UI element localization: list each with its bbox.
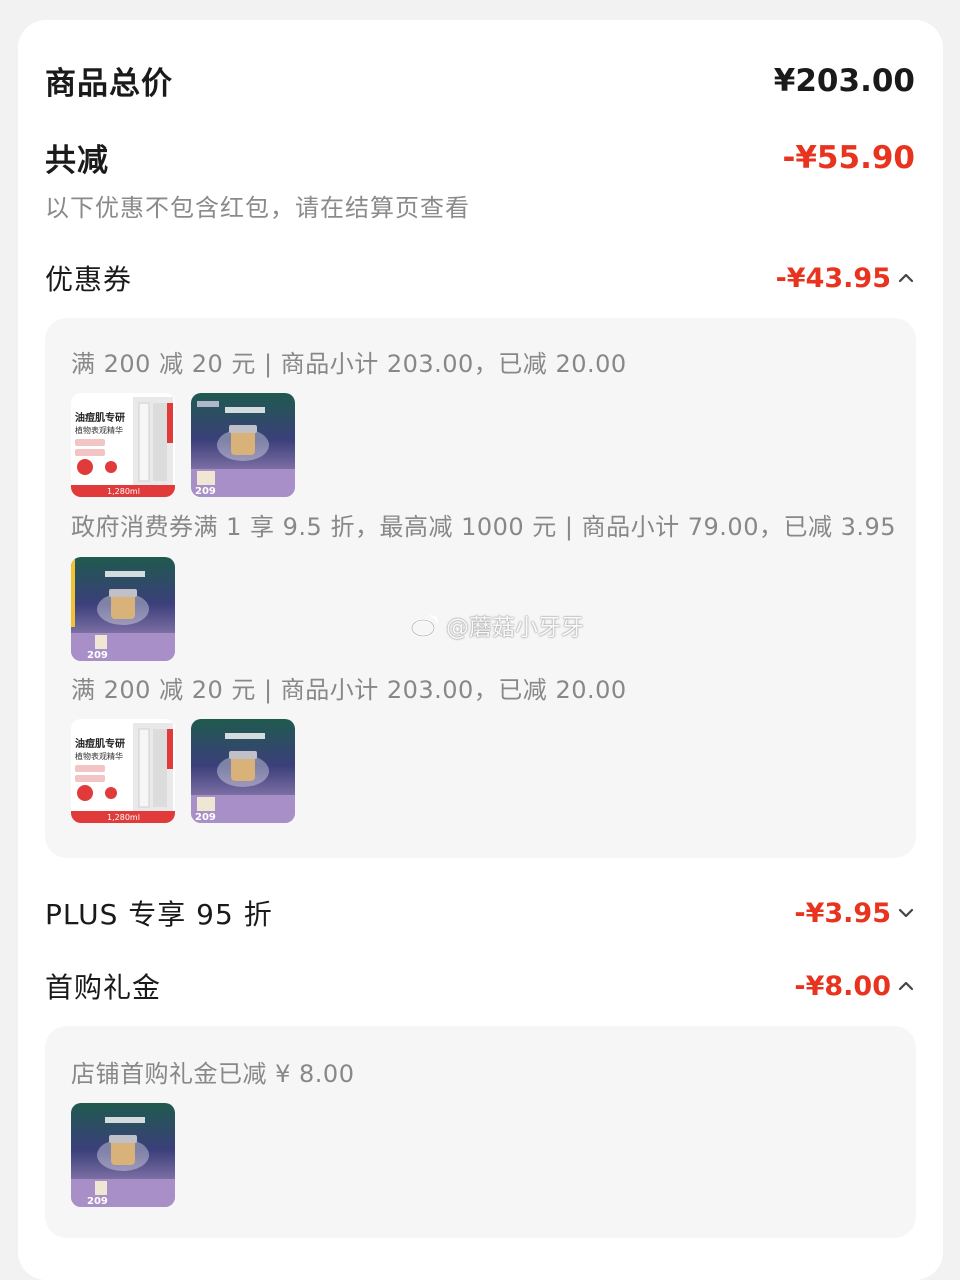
reduce-row: 共减 -¥55.90: [45, 135, 915, 180]
first-purchase-detail: 店铺首购礼金已减 ¥ 8.00: [71, 1060, 355, 1088]
product-thumb-cream[interactable]: 209: [71, 1103, 175, 1207]
coupon-item-text: 满 200 减 20 元 | 商品小计 203.00，已减 20.00: [71, 350, 627, 378]
first-purchase-value: -¥8.00: [794, 970, 891, 1002]
coupon-item-products: 209: [71, 557, 175, 661]
plus-value: -¥3.95: [794, 897, 891, 929]
coupon-item-products: 油痘肌专研 植物表观精华 1,280ml 209: [71, 393, 295, 497]
serum-price: 1,280ml: [107, 813, 140, 822]
coupon-value: -¥43.95: [775, 262, 891, 294]
chevron-down-icon[interactable]: [897, 904, 915, 922]
chevron-up-icon[interactable]: [897, 977, 915, 995]
coupon-item-text: 政府消费券满 1 享 9.5 折，最高减 1000 元 | 商品小计 79.00…: [71, 513, 897, 541]
chevron-up-icon[interactable]: [897, 269, 915, 287]
reduce-value: -¥55.90: [782, 139, 916, 176]
price-detail-card: 商品总价 ¥203.00 共减 -¥55.90 以下优惠不包含红包，请在结算页查…: [18, 20, 943, 1280]
product-thumb-cream[interactable]: 209: [191, 719, 295, 823]
product-thumb-serum[interactable]: 油痘肌专研 植物表观精华 1,280ml: [71, 393, 175, 497]
serum-headline: 油痘肌专研: [75, 411, 125, 424]
serum-subtitle: 植物表观精华: [75, 425, 123, 435]
cream-price: 209: [195, 812, 216, 823]
plus-label: PLUS 专享 95 折: [45, 898, 273, 931]
plus-discount-row[interactable]: PLUS 专享 95 折 -¥3.95: [45, 893, 915, 933]
coupon-item-products: 油痘肌专研 植物表观精华 1,280ml 209: [71, 719, 295, 823]
cream-price: 209: [195, 486, 216, 497]
total-row: 商品总价 ¥203.00: [45, 58, 915, 103]
coupon-detail-panel: 满 200 减 20 元 | 商品小计 203.00，已减 20.00 油痘肌专…: [45, 318, 916, 858]
serum-headline: 油痘肌专研: [75, 737, 125, 750]
coupon-label: 优惠券: [45, 263, 133, 296]
first-purchase-panel: 店铺首购礼金已减 ¥ 8.00 209: [45, 1026, 916, 1238]
coupon-row[interactable]: 优惠券 -¥43.95: [45, 258, 915, 298]
discount-note: 以下优惠不包含红包，请在结算页查看: [45, 194, 470, 222]
product-thumb-cream[interactable]: 209: [191, 393, 295, 497]
cream-price: 209: [87, 1196, 108, 1207]
watermark-text: @蘑菇小牙牙: [446, 615, 584, 641]
serum-subtitle: 植物表观精华: [75, 751, 123, 761]
cream-price: 209: [87, 650, 108, 661]
product-thumb-cream[interactable]: 209: [71, 557, 175, 661]
total-value: ¥203.00: [773, 62, 915, 99]
coupon-item-text: 满 200 减 20 元 | 商品小计 203.00，已减 20.00: [71, 676, 627, 704]
watermark: @蘑菇小牙牙: [410, 608, 584, 642]
product-thumb-serum[interactable]: 油痘肌专研 植物表观精华 1,280ml: [71, 719, 175, 823]
first-purchase-row[interactable]: 首购礼金 -¥8.00: [45, 966, 915, 1006]
first-purchase-label: 首购礼金: [45, 971, 162, 1004]
serum-price: 1,280ml: [107, 487, 140, 496]
total-label: 商品总价: [45, 66, 173, 102]
reduce-label: 共减: [45, 143, 109, 179]
first-purchase-products: 209: [71, 1103, 175, 1207]
weibo-icon: [410, 615, 438, 638]
